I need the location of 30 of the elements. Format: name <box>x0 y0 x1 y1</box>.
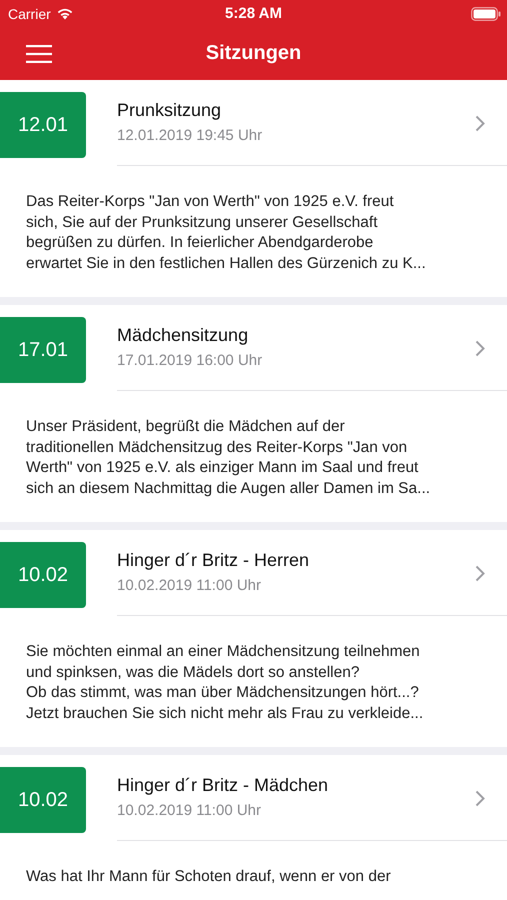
session-datetime: 12.01.2019 19:45 Uhr <box>117 126 264 144</box>
session-title: Hinger d´r Britz - Mädchen <box>117 774 330 796</box>
menu-icon[interactable] <box>26 44 52 62</box>
date-badge: 10.02 <box>0 767 86 833</box>
chevron-icon[interactable] <box>475 790 485 807</box>
session-card[interactable] <box>0 530 507 747</box>
battery-icon <box>471 6 501 20</box>
session-datetime: 10.02.2019 11:00 Uhr <box>117 802 262 818</box>
chevron-icon[interactable] <box>475 115 485 132</box>
wifi-icon <box>56 7 74 20</box>
session-title: Mädchensitzung <box>117 324 250 346</box>
carrier-label: Carrier <box>8 6 51 22</box>
session-card[interactable] <box>0 305 507 522</box>
session-datetime: 17.01.2019 16:00 Uhr <box>117 352 264 368</box>
status-time: 5:28 AM <box>225 5 282 22</box>
session-description: Was hat Ihr Mann für Schoten drauf, wenn er von der <box>26 867 392 887</box>
chevron-icon[interactable] <box>475 565 485 582</box>
date-badge: 10.02 <box>0 542 86 608</box>
session-title: Prunksitzung <box>117 100 222 120</box>
chevron-icon[interactable] <box>475 340 485 357</box>
date-badge: 12.01 <box>0 92 86 158</box>
session-datetime: 10.02.2019 11:00 Uhr <box>117 576 262 594</box>
screen-title: Sitzungen <box>206 42 302 65</box>
session-description: Unser Präsident, begrüßt die Mädchen auf der traditionellen Mädchensitzug des Reiter-Korps "Jan von Werth" von 1925 e.V. als einziger Mann im Saal und freut sich an diesem Nachmittag die Augen aller Damen im Sa... <box>26 417 432 500</box>
session-title: Hinger d´r Britz - Herren <box>117 550 310 570</box>
date-badge: 17.01 <box>0 317 86 383</box>
session-card[interactable]: 10.02 Hinger d´r Britz - Mädchen 10.02.2019 11:00 Uhr Was hat Ihr Mann für Schoten drauf, wenn er von der <box>0 755 507 900</box>
session-description: Das Reiter-Korps "Jan von Werth" von 1925 e.V. freut sich, Sie auf der Prunksitzung unserer Gesellschaft begrüßen zu dürfen. In feierlicher Abendgarderobe erwartet Sie in den festlichen Hallen des Gürzenich zu K... <box>26 192 427 274</box>
session-description: Sie möchten einmal an einer Mädchensitzung teilnehmen und spinksen, was die Mädels dort so anstellen? Ob das stimmt, was man über Mädchensitzungen hört...? Jetzt brauchen Sie sich nicht mehr als Frau zu verkleide... <box>26 642 424 724</box>
session-card[interactable] <box>0 80 507 297</box>
